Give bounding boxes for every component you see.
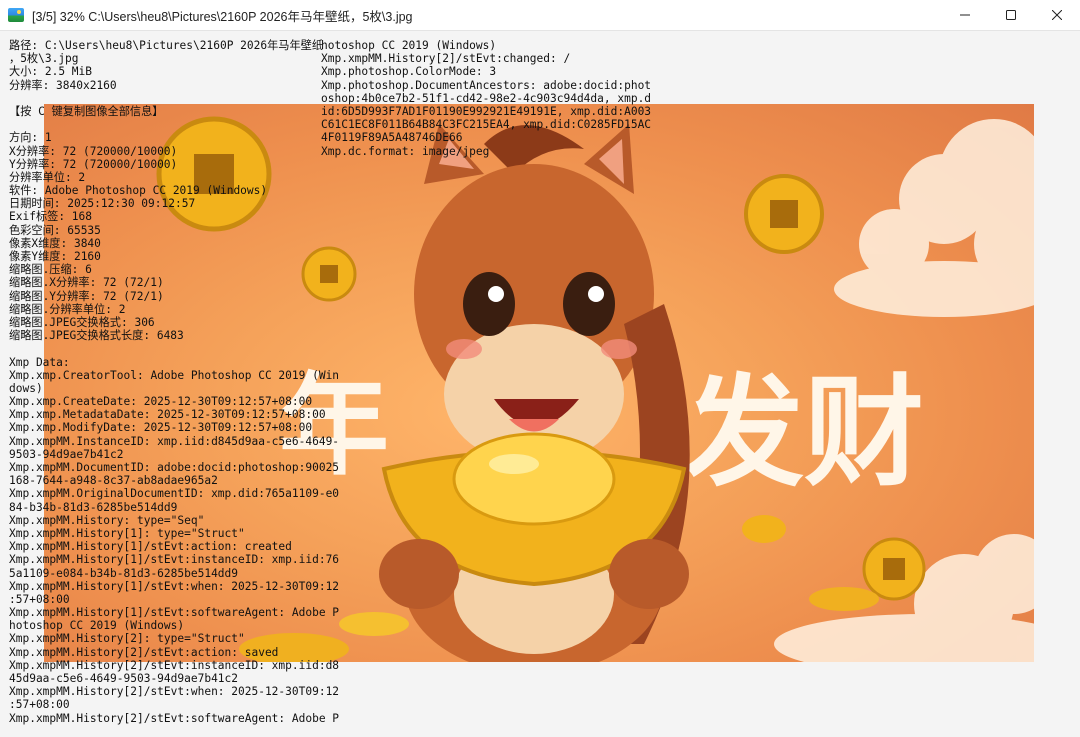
info-line: Exif标签: 168	[9, 210, 92, 224]
info-line: Xmp.xmpMM.InstanceID: xmp.iid:d845d9aa-c…	[9, 434, 340, 448]
info-line: Xmp.xmp.ModifyDate: 2025-12-30T09:12:57+…	[9, 421, 313, 435]
info-line: Xmp.xmpMM.History[2]/stEvt:instanceID: x…	[9, 658, 340, 672]
app-icon	[8, 8, 24, 22]
info-line: 日期时间: 2025:12:30 09:12:57	[9, 197, 196, 211]
info-line: Xmp.xmpMM.History[2]/stEvt:action: saved	[9, 645, 279, 659]
minimize-icon	[960, 14, 970, 16]
info-line: 色彩空间: 65535	[9, 223, 101, 237]
info-line: ，5枚\3.jpg	[9, 52, 79, 66]
info-line: 45d9aa-c5e6-4649-9503-94d9ae7b41c2	[9, 672, 239, 685]
info-line	[9, 118, 321, 131]
info-line: Xmp Data:	[9, 355, 70, 369]
info-line: Xmp.xmpMM.History[1]/stEvt:instanceID: x…	[9, 553, 340, 567]
info-line	[9, 342, 321, 355]
close-icon	[1052, 10, 1062, 20]
info-line: Xmp.xmpMM.History[1]/stEvt:when: 2025-12…	[9, 579, 340, 593]
info-line: 缩略图.分辨率单位: 2	[9, 302, 126, 316]
info-line: :57+08:00	[9, 698, 70, 712]
info-line: 分辨率: 3840x2160	[9, 78, 117, 92]
info-line: 分辨率单位: 2	[9, 170, 86, 184]
info-line: X分辨率: 72 (720000/10000)	[9, 144, 178, 158]
info-line: 【按 C 键复制图像全部信息】	[9, 104, 164, 118]
viewer-content[interactable]: 发财 年 路径: C:\Users\heu8\Pictures\2160P 20…	[0, 31, 1080, 737]
info-line: C61C1EC8F011B64B84C3FC215EA4, xmp.did:C0…	[321, 118, 652, 132]
info-line: 缩略图.压缩: 6	[9, 263, 92, 277]
info-line: 方向: 1	[9, 131, 52, 145]
info-line: :57+08:00	[9, 592, 70, 606]
info-line: Xmp.dc.format: image/jpeg	[321, 144, 490, 158]
info-line: Xmp.photoshop.DocumentAncestors: adobe:d…	[321, 78, 652, 92]
info-line: Xmp.xmpMM.History[2]/stEvt:changed: /	[321, 52, 571, 66]
minimize-button[interactable]	[942, 0, 988, 30]
info-line: dows)	[9, 381, 43, 395]
info-line: Xmp.xmpMM.History[2]/stEvt:when: 2025-12…	[9, 685, 340, 699]
info-line: Xmp.xmp.CreatorTool: Adobe Photoshop CC …	[9, 368, 340, 382]
maximize-button[interactable]	[988, 0, 1034, 30]
info-line: Xmp.xmpMM.History: type="Seq"	[9, 513, 205, 527]
info-line: Xmp.xmp.CreateDate: 2025-12-30T09:12:57+…	[9, 395, 313, 409]
info-line: 缩略图.JPEG交换格式长度: 6483	[9, 329, 184, 343]
info-line: oshop:4b0ce7b2-51f1-cd42-98e2-4c903c94d4…	[321, 91, 652, 105]
maximize-icon	[1006, 10, 1016, 20]
info-line: 路径: C:\Users\heu8\Pictures\2160P 2026年马年…	[9, 39, 324, 52]
image-viewer-window: [3/5] 32% C:\Users\heu8\Pictures\2160P 2…	[0, 0, 1080, 737]
info-line: id:6D5D993F7AD1F01190E992921E49191E, xmp…	[321, 104, 652, 118]
info-line: Y分辨率: 72 (720000/10000)	[9, 157, 178, 171]
info-line: 软件: Adobe Photoshop CC 2019 (Windows)	[9, 184, 268, 198]
info-line: 像素Y维度: 2160	[9, 250, 101, 263]
exif-info-right: hotoshop CC 2019 (Windows) Xmp.xmpMM.Hist…	[321, 39, 652, 158]
info-line: Xmp.xmpMM.History[2]: type="Struct"	[9, 632, 245, 646]
info-line: 像素X维度: 3840	[9, 236, 101, 250]
info-line: Xmp.xmpMM.History[2]/stEvt:softwareAgent…	[9, 711, 340, 725]
info-line: Xmp.xmpMM.History[1]/stEvt:action: creat…	[9, 540, 292, 554]
info-line: Xmp.xmpMM.DocumentID: adobe:docid:photos…	[9, 461, 340, 474]
info-line: Xmp.xmp.MetadataDate: 2025-12-30T09:12:5…	[9, 408, 326, 422]
title-bar[interactable]: [3/5] 32% C:\Users\heu8\Pictures\2160P 2…	[0, 0, 1080, 31]
exif-info-left: 路径: C:\Users\heu8\Pictures\2160P 2026年马年…	[9, 39, 340, 725]
close-button[interactable]	[1034, 0, 1080, 30]
info-line: 缩略图.X分辨率: 72 (72/1)	[9, 276, 164, 290]
info-line: Xmp.xmpMM.History[1]/stEvt:softwareAgent…	[9, 606, 340, 620]
info-line: 缩略图.JPEG交换格式: 306	[9, 315, 155, 329]
info-line: Xmp.photoshop.ColorMode: 3	[321, 65, 497, 79]
window-controls	[942, 0, 1080, 30]
info-line: 5a1109-e084-b34b-81d3-6285be514dd9	[9, 566, 239, 580]
info-line: 大小: 2.5 MiB	[9, 65, 92, 79]
info-line: 84-b34b-81d3-6285be514dd9	[9, 500, 178, 514]
window-title: [3/5] 32% C:\Users\heu8\Pictures\2160P 2…	[32, 9, 413, 24]
info-line	[9, 92, 321, 105]
info-line: hotoshop CC 2019 (Windows)	[9, 619, 185, 633]
info-line: 缩略图.Y分辨率: 72 (72/1)	[9, 289, 164, 303]
info-line: 168-7644-a948-8c37-ab8adae965a2	[9, 474, 218, 488]
overlay-text: 发财	[684, 364, 924, 503]
info-line: Xmp.xmpMM.History[1]: type="Struct"	[9, 526, 245, 540]
gold-ingot-icon	[379, 432, 689, 609]
info-line: 9503-94d9ae7b41c2	[9, 447, 124, 461]
info-line: hotoshop CC 2019 (Windows)	[321, 39, 497, 52]
info-line: Xmp.xmpMM.OriginalDocumentID: xmp.did:76…	[9, 487, 340, 501]
info-line: 4F0119F89A5A48746DE66	[321, 131, 463, 145]
